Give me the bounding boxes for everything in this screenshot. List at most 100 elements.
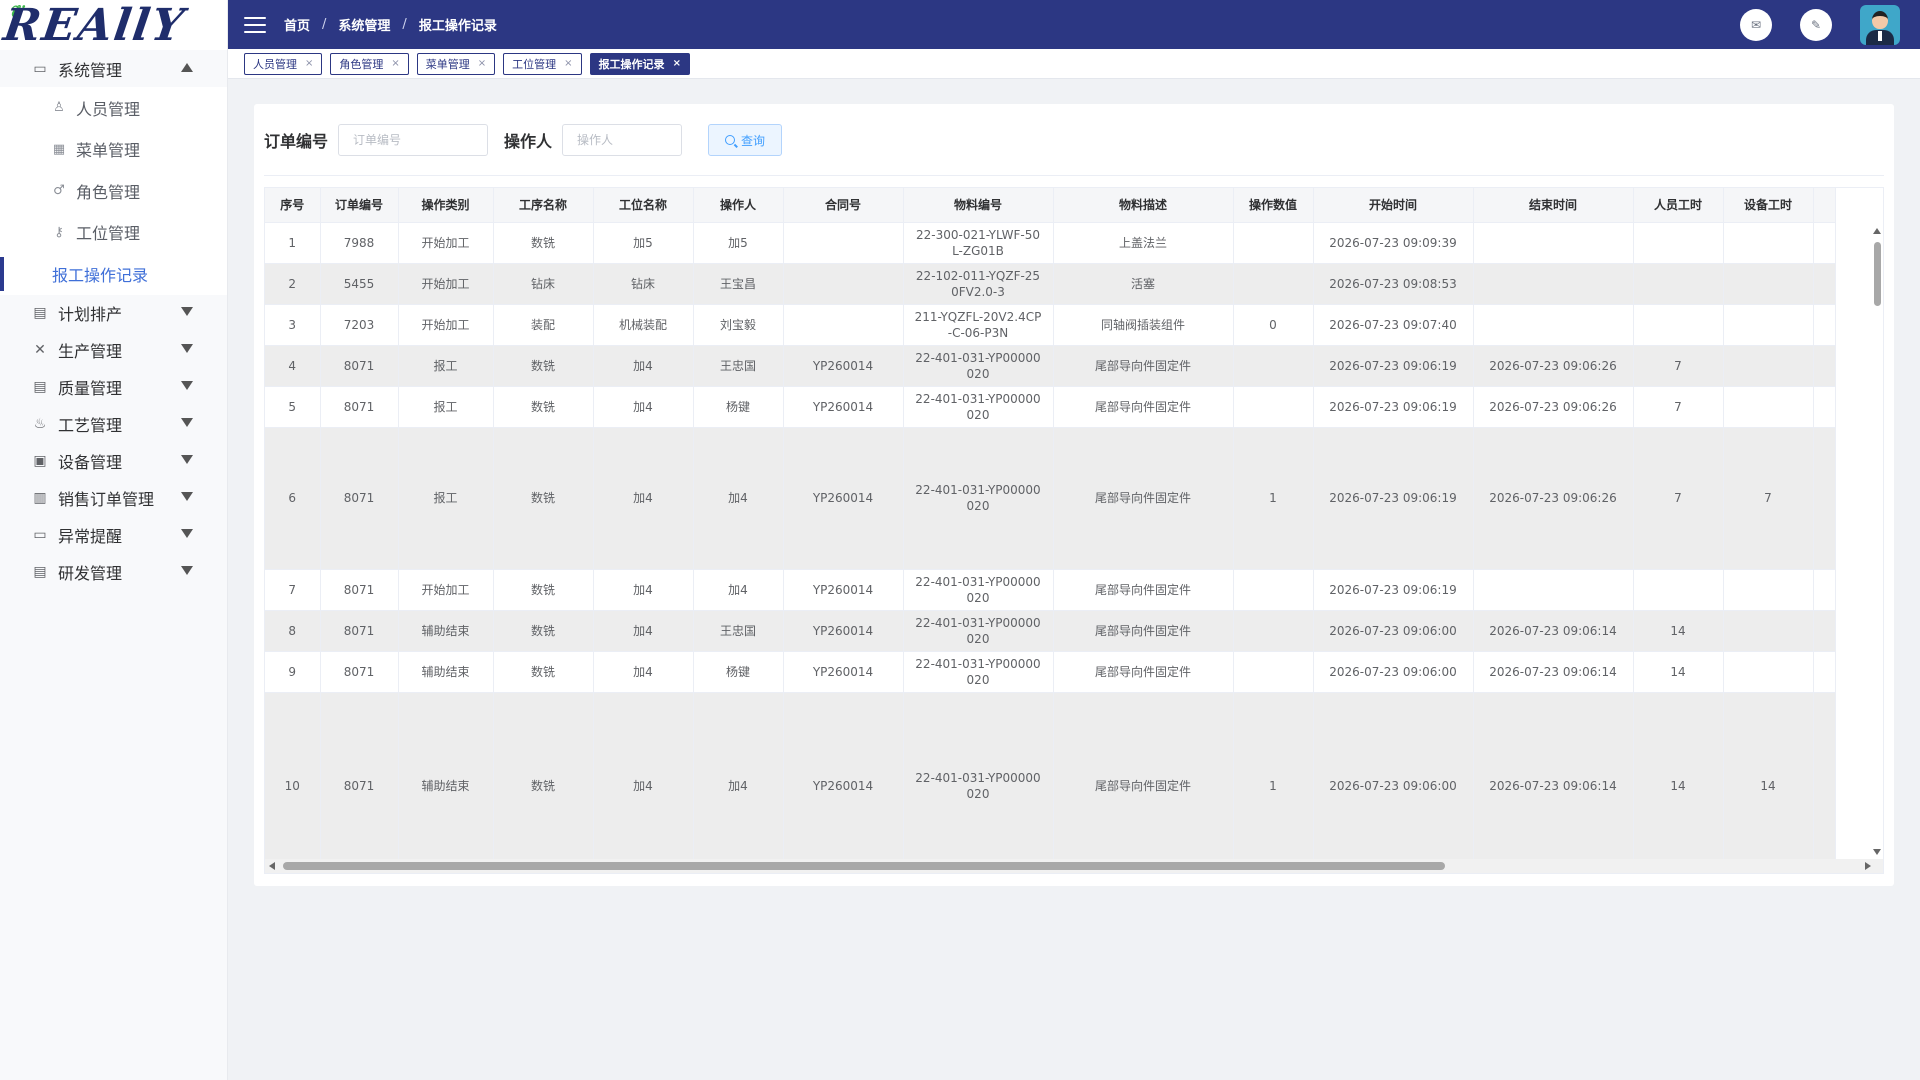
- close-icon[interactable]: ×: [305, 58, 313, 69]
- table-row[interactable]: 7 8071 开始加工 数铣 加4 加4 YP260014 22-401-031-YP0000…: [265, 569, 1836, 611]
- scroll-right-icon[interactable]: [1865, 862, 1871, 870]
- table-cell: 7203: [320, 304, 399, 346]
- sidebar-group-header[interactable]: ✕ 生产管理: [0, 332, 227, 369]
- tab[interactable]: 工位管理 ×: [503, 52, 582, 75]
- table-row[interactable]: 8 8071 辅助结束 数铣 加4 王忠国 YP260014 22-401-031-YP000…: [265, 610, 1836, 652]
- triangle-down-icon[interactable]: [181, 417, 193, 427]
- triangle-down-icon[interactable]: [181, 380, 193, 390]
- table-cell: 钻床: [493, 263, 594, 305]
- close-icon[interactable]: ×: [673, 58, 681, 69]
- table-cell: 14: [1633, 651, 1724, 693]
- close-icon[interactable]: ×: [391, 58, 399, 69]
- scroll-thumb-horizontal[interactable]: [283, 862, 1445, 870]
- sidebar-group-header[interactable]: ▭ 系统管理: [0, 50, 227, 87]
- table-row[interactable]: 9 8071 辅助结束 数铣 加4 杨键 YP260014 22-401-031-YP0000…: [265, 651, 1836, 693]
- triangle-down-icon[interactable]: [181, 565, 193, 575]
- column-header: 订单编号: [320, 188, 399, 223]
- close-icon[interactable]: ×: [478, 58, 486, 69]
- table-cell: 22-300-021-YLWF-50L-ZG01B: [903, 222, 1054, 264]
- tab-label: 角色管理: [339, 57, 384, 71]
- sidebar-group-header[interactable]: ▥ 销售订单管理: [0, 480, 227, 517]
- table-row[interactable]: 1 7988 开始加工 数铣 加5 加5 22-300-021-YLWF-50L-ZG01B…: [265, 222, 1836, 264]
- table-cell: 22-401-031-YP00000020: [903, 692, 1054, 873]
- tab[interactable]: 报工操作记录 ×: [589, 52, 690, 75]
- operator-input[interactable]: [562, 124, 683, 156]
- sidebar-group: ▣ 设备管理: [0, 443, 227, 480]
- table-cell: 加4: [593, 651, 694, 693]
- table-cell: 2026-07-23 09:07:40: [1313, 304, 1474, 346]
- triangle-down-icon[interactable]: [181, 491, 193, 501]
- sidebar-group-header[interactable]: ▤ 质量管理: [0, 369, 227, 406]
- scroll-down-icon[interactable]: [1873, 849, 1881, 855]
- table-cell: 1: [1233, 692, 1314, 873]
- table-cell: 数铣: [493, 427, 594, 570]
- table-cell: [1233, 569, 1314, 611]
- scroll-up-icon[interactable]: [1873, 228, 1881, 234]
- menu-icon[interactable]: [244, 16, 266, 33]
- close-icon[interactable]: ×: [564, 58, 572, 69]
- sidebar-group: ▤ 研发管理: [0, 554, 227, 591]
- table-cell: [1473, 304, 1634, 346]
- column-header: 序号: [265, 188, 321, 223]
- table-cell: YP260014: [783, 427, 904, 570]
- sidebar-group-header[interactable]: ▭ 异常提醒: [0, 517, 227, 554]
- column-header: 开始时间: [1313, 188, 1474, 223]
- table-cell: 开始加工: [398, 263, 494, 305]
- sidebar-item[interactable]: ▦ 菜单管理: [0, 129, 227, 171]
- table-row[interactable]: 5 8071 报工 数铣 加4 杨键 YP260014 22-401-031-YP000000…: [265, 386, 1836, 428]
- table-row[interactable]: 3 7203 开始加工 装配 机械装配 刘宝毅 211-YQZFL-20V2.4CP-C-0…: [265, 304, 1836, 346]
- user-avatar[interactable]: [1860, 4, 1900, 45]
- table-row[interactable]: 4 8071 报工 数铣 加4 王忠国 YP260014 22-401-031-YP00000…: [265, 345, 1836, 387]
- mail-icon[interactable]: ✉: [1740, 8, 1772, 41]
- sidebar-group-header[interactable]: ▣ 设备管理: [0, 443, 227, 480]
- sidebar-item[interactable]: ♙ 人员管理: [0, 87, 227, 129]
- scroll-left-icon[interactable]: [269, 862, 275, 870]
- tab[interactable]: 菜单管理 ×: [416, 52, 496, 75]
- order-number-input[interactable]: [338, 124, 489, 156]
- table-cell: 加4: [693, 692, 784, 873]
- sidebar-item[interactable]: 报工操作记录: [0, 253, 227, 295]
- edit-icon[interactable]: ✎: [1800, 8, 1832, 41]
- sidebar-item-label: 角色管理: [76, 182, 141, 202]
- search-button[interactable]: 查询: [708, 124, 783, 156]
- records-table: 序号 订单编号 操作类别 工序名称 工位名称 操作人 合同号 物料编号 物料描述 操作数值 开始时间…: [264, 187, 1884, 874]
- table-cell: 装配: [493, 304, 594, 346]
- table-cell: 开始加工: [398, 222, 494, 264]
- table-cell: 辅助结束: [398, 692, 494, 873]
- sidebar: ❦ REAllY ▭ 系统管理 ♙ 人员管理 ▦ 菜单管理 ♂ 角色管理 ⚷ 工位管理 报工操作记录…: [0, 0, 228, 1080]
- triangle-down-icon[interactable]: [181, 306, 193, 316]
- sidebar-group-header[interactable]: ▤ 研发管理: [0, 554, 227, 591]
- sidebar-group-label: 异常提醒: [58, 527, 123, 546]
- sidebar-group-header[interactable]: ♨ 工艺管理: [0, 406, 227, 443]
- table-cell: 22-401-031-YP00000020: [903, 569, 1054, 611]
- triangle-down-icon[interactable]: [181, 528, 193, 538]
- table-row[interactable]: 6 8071 报工 数铣 加4 加4 YP260014 22-401-031-YP000000…: [265, 427, 1836, 570]
- table-cell-filler: [1813, 427, 1836, 570]
- sidebar-item[interactable]: ⚷ 工位管理: [0, 212, 227, 254]
- sidebar-group-label: 生产管理: [58, 342, 123, 361]
- breadcrumb-system[interactable]: 系统管理: [338, 15, 390, 34]
- table-row[interactable]: 2 5455 开始加工 钻床 钻床 王宝昌 22-102-011-YQZF-250FV2.0…: [265, 263, 1836, 305]
- table-cell: 7: [1633, 386, 1724, 428]
- column-header: 工序名称: [493, 188, 594, 223]
- tab[interactable]: 人员管理 ×: [244, 52, 323, 75]
- horizontal-scrollbar[interactable]: [265, 859, 1883, 873]
- tab[interactable]: 角色管理 ×: [330, 52, 409, 75]
- sidebar-group-header[interactable]: ▤ 计划排产: [0, 295, 227, 332]
- table-cell: 尾部导向件固定件: [1053, 345, 1234, 387]
- vertical-scrollbar[interactable]: [1871, 222, 1883, 859]
- triangle-up-icon[interactable]: [181, 63, 193, 72]
- triangle-down-icon[interactable]: [181, 454, 193, 464]
- table-cell: [1723, 610, 1814, 652]
- scroll-thumb[interactable]: [1874, 242, 1881, 306]
- table-cell: 8071: [320, 427, 399, 570]
- device-icon: ▣: [33, 453, 47, 469]
- table-cell: 2026-07-23 09:06:00: [1313, 610, 1474, 652]
- sidebar-item[interactable]: ♂ 角色管理: [0, 170, 227, 212]
- company-logo[interactable]: ❦ REAllY: [0, 0, 227, 50]
- table-row[interactable]: 10 8071 辅助结束 数铣 加4 加4 YP260014 22-401-031-YP000…: [265, 692, 1836, 873]
- triangle-down-icon[interactable]: [181, 343, 193, 353]
- search-button-label: 查询: [741, 133, 766, 148]
- table-cell: YP260014: [783, 345, 904, 387]
- breadcrumb-home[interactable]: 首页: [284, 15, 310, 34]
